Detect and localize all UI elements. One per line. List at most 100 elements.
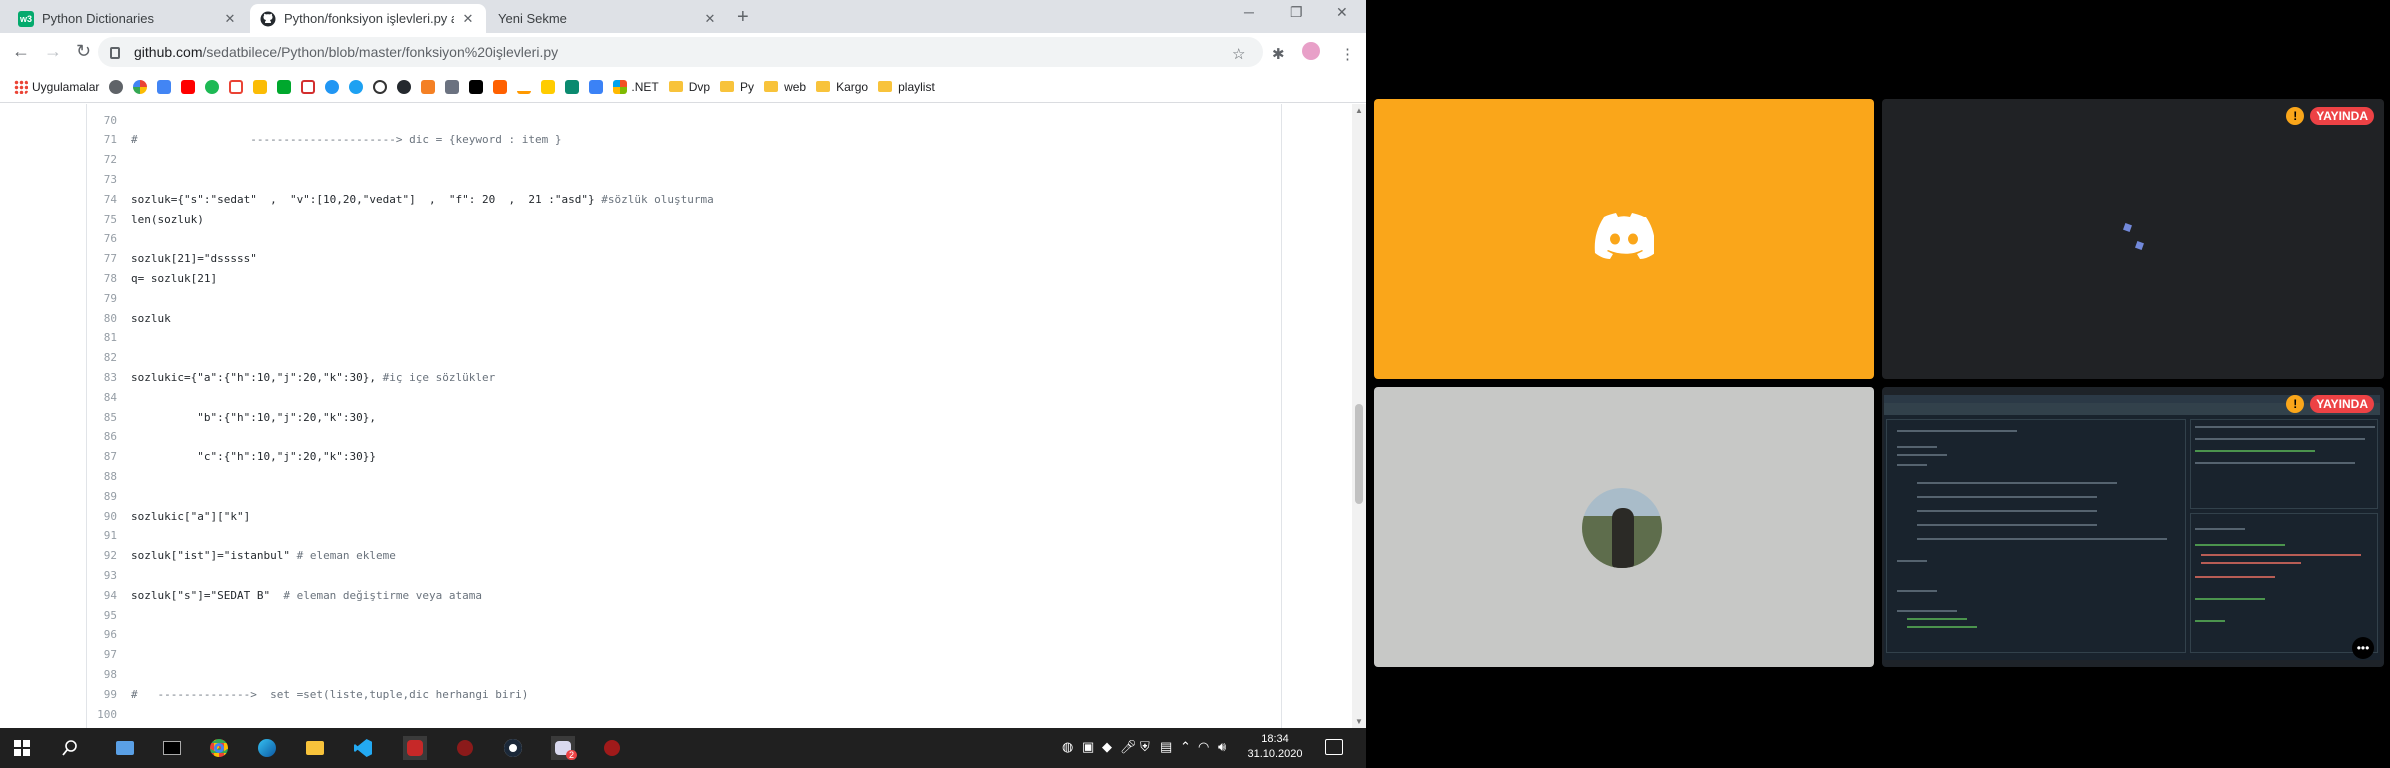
page-scrollbar[interactable]: ▲ ▼ bbox=[1352, 104, 1366, 728]
bookmark-stackoverflow[interactable] bbox=[421, 79, 436, 94]
wifi-icon[interactable]: ◠ bbox=[1198, 739, 1209, 755]
discord-logo-tile[interactable] bbox=[1374, 99, 1874, 379]
menu-icon[interactable]: ⋮ bbox=[1340, 45, 1355, 63]
bookmark-evernote[interactable] bbox=[277, 79, 292, 94]
bookmark-globe[interactable] bbox=[109, 79, 124, 94]
new-tab-icon[interactable]: + bbox=[737, 7, 749, 27]
bookmark-google[interactable] bbox=[133, 79, 148, 94]
back-icon[interactable]: ← bbox=[12, 42, 30, 60]
tray-shield-icon[interactable]: ◆ bbox=[1102, 739, 1112, 755]
tray-security-icon[interactable]: ⛨ bbox=[1140, 739, 1150, 755]
star-icon[interactable]: ☆ bbox=[1232, 45, 1245, 63]
line-number[interactable]: 71 bbox=[87, 133, 123, 146]
line-number[interactable]: 97 bbox=[87, 648, 123, 661]
chrome-icon[interactable] bbox=[207, 736, 231, 760]
edge-icon[interactable] bbox=[255, 736, 279, 760]
bookmark-folder-py[interactable]: Py bbox=[720, 80, 754, 94]
forward-icon[interactable]: → bbox=[44, 42, 62, 60]
line-number[interactable]: 91 bbox=[87, 529, 123, 542]
close-tab-icon[interactable]: ✕ bbox=[460, 11, 476, 27]
close-tab-icon[interactable]: ✕ bbox=[702, 11, 718, 27]
line-number[interactable]: 86 bbox=[87, 430, 123, 443]
windows-start-icon[interactable] bbox=[10, 736, 34, 760]
line-number[interactable]: 79 bbox=[87, 292, 123, 305]
bookmark-dotnet[interactable]: .NET bbox=[613, 79, 659, 94]
line-number[interactable]: 80 bbox=[87, 312, 123, 325]
bookmark-tool[interactable] bbox=[565, 79, 580, 94]
line-number[interactable]: 81 bbox=[87, 331, 123, 344]
bookmark-yemek[interactable] bbox=[541, 79, 556, 94]
line-number[interactable]: 82 bbox=[87, 351, 123, 364]
microphone-icon[interactable]: 🎤︎ bbox=[1120, 739, 1137, 755]
bookmark-chat[interactable] bbox=[445, 79, 460, 94]
line-number[interactable]: 84 bbox=[87, 391, 123, 404]
bookmark-spotify[interactable] bbox=[205, 79, 220, 94]
line-number[interactable]: 75 bbox=[87, 213, 123, 226]
line-number[interactable]: 72 bbox=[87, 153, 123, 166]
line-number[interactable]: 74 bbox=[87, 193, 123, 206]
game-icon[interactable] bbox=[453, 736, 477, 760]
profile-avatar[interactable] bbox=[1302, 42, 1320, 60]
line-number[interactable]: 95 bbox=[87, 609, 123, 622]
line-number[interactable]: 92 bbox=[87, 549, 123, 562]
line-number[interactable]: 96 bbox=[87, 628, 123, 641]
tab-python-dictionaries[interactable]: w3 Python Dictionaries ✕ bbox=[8, 4, 248, 33]
terminal-icon[interactable] bbox=[160, 736, 184, 760]
bookmark-amazon[interactable] bbox=[517, 79, 532, 94]
chevron-up-icon[interactable]: ⌃ bbox=[1180, 739, 1191, 755]
search-icon[interactable] bbox=[58, 736, 82, 760]
bookmark-youtube[interactable] bbox=[181, 79, 196, 94]
line-number[interactable]: 85 bbox=[87, 411, 123, 424]
volume-icon[interactable]: 🔊︎ bbox=[1218, 739, 1226, 755]
line-number[interactable]: 70 bbox=[87, 114, 123, 127]
reload-icon[interactable]: ↻ bbox=[76, 42, 91, 60]
bookmark-speed[interactable] bbox=[373, 79, 388, 94]
bookmark-link[interactable] bbox=[325, 79, 340, 94]
line-number[interactable]: 100 bbox=[87, 708, 123, 721]
close-window-icon[interactable]: ✕ bbox=[1336, 4, 1348, 21]
folder-icon[interactable] bbox=[303, 736, 327, 760]
line-number[interactable]: 98 bbox=[87, 668, 123, 681]
bookmark-sahibinden[interactable] bbox=[301, 79, 316, 94]
line-number[interactable]: 93 bbox=[87, 569, 123, 582]
maximize-icon[interactable]: ❐ bbox=[1290, 4, 1303, 21]
line-number[interactable]: 88 bbox=[87, 470, 123, 483]
bookmark-github[interactable] bbox=[397, 79, 412, 94]
scrollbar-thumb[interactable] bbox=[1355, 404, 1363, 504]
discord-icon[interactable]: 2 bbox=[551, 736, 577, 760]
scroll-up-icon[interactable]: ▲ bbox=[1355, 106, 1363, 115]
tray-app-icon[interactable]: ◍ bbox=[1062, 739, 1073, 755]
tab-github-file[interactable]: Python/fonksiyon işlevleri.py at master … bbox=[250, 4, 486, 33]
close-tab-icon[interactable]: ✕ bbox=[222, 11, 238, 27]
bookmark-folder-dvp[interactable]: Dvp bbox=[668, 80, 710, 94]
game2-icon[interactable] bbox=[600, 736, 624, 760]
bookmark-translate[interactable] bbox=[157, 79, 172, 94]
bookmark-folder-kargo[interactable]: Kargo bbox=[816, 80, 868, 94]
tray-network-app-icon[interactable]: ▤ bbox=[1160, 739, 1172, 755]
bookmark-hepsiburada[interactable] bbox=[493, 79, 508, 94]
steam-icon[interactable] bbox=[501, 736, 525, 760]
line-number[interactable]: 77 bbox=[87, 252, 123, 265]
bookmark-folder-playlist[interactable]: playlist bbox=[878, 80, 935, 94]
tray-screen-icon[interactable]: ▣ bbox=[1082, 739, 1094, 755]
stream-tile-2[interactable]: ! YAYINDA ••• bbox=[1882, 387, 2384, 667]
stream-tile-1[interactable]: ! YAYINDA bbox=[1882, 99, 2384, 379]
bookmark-folder-web[interactable]: web bbox=[764, 80, 806, 94]
tab-new-tab[interactable]: Yeni Sekme ✕ bbox=[488, 4, 728, 33]
file-manager-icon[interactable] bbox=[113, 736, 137, 760]
line-number[interactable]: 87 bbox=[87, 450, 123, 463]
line-number[interactable]: 94 bbox=[87, 589, 123, 602]
scroll-down-icon[interactable]: ▼ bbox=[1355, 717, 1363, 726]
line-number[interactable]: 78 bbox=[87, 272, 123, 285]
minimize-icon[interactable]: ─ bbox=[1244, 4, 1254, 20]
camera-tile[interactable] bbox=[1374, 387, 1874, 667]
bookmark-apps[interactable]: Uygulamalar bbox=[14, 79, 99, 94]
notification-center-icon[interactable] bbox=[1325, 739, 1343, 755]
line-number[interactable]: 73 bbox=[87, 173, 123, 186]
bookmark-gmail[interactable] bbox=[229, 79, 244, 94]
line-number[interactable]: 90 bbox=[87, 510, 123, 523]
bookmark-keep[interactable] bbox=[253, 79, 268, 94]
extensions-icon[interactable]: ✱ bbox=[1272, 45, 1285, 63]
line-number[interactable]: 89 bbox=[87, 490, 123, 503]
bookmark-misc[interactable] bbox=[589, 79, 604, 94]
